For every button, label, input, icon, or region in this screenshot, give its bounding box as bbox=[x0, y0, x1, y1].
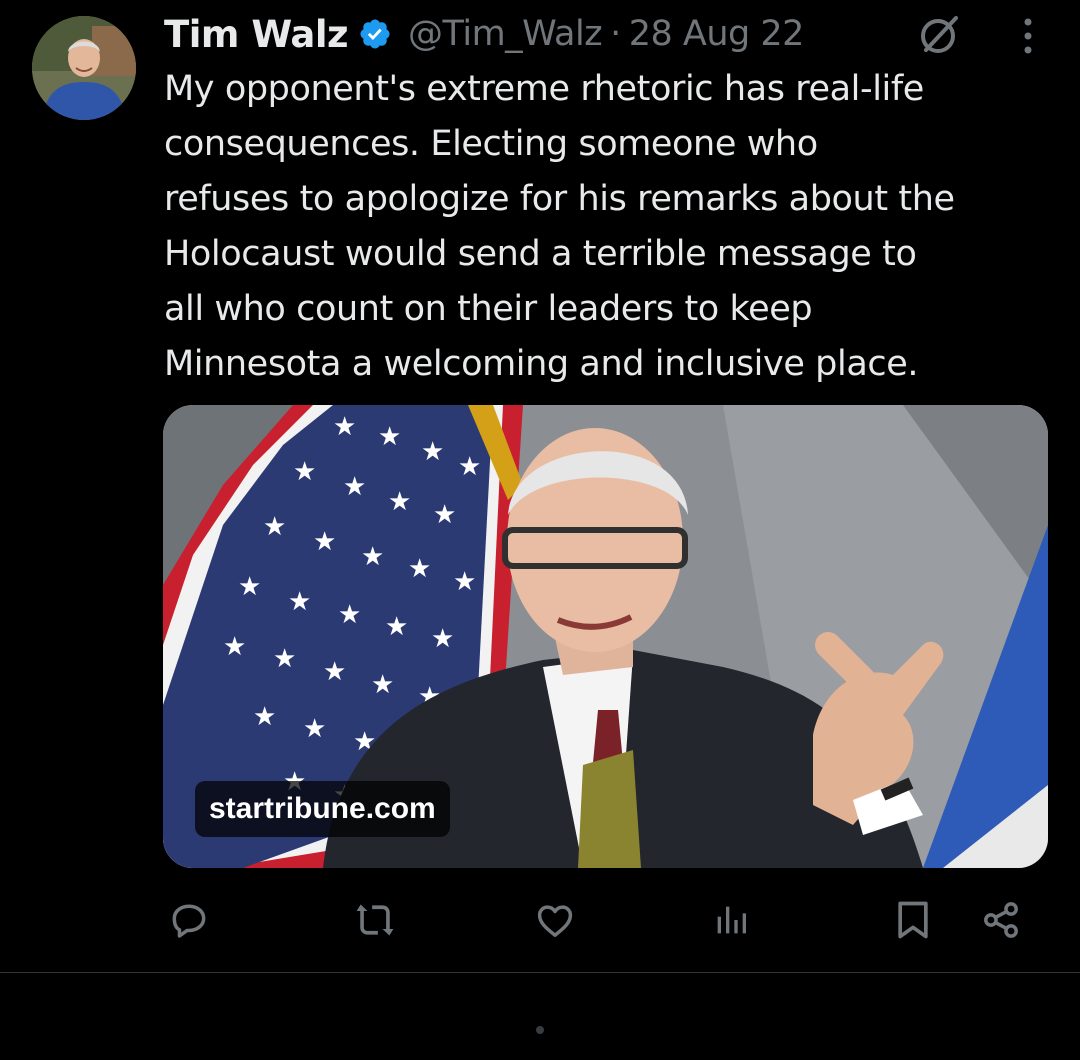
svg-text:★: ★ bbox=[333, 412, 356, 442]
svg-text:★: ★ bbox=[323, 657, 346, 687]
svg-text:★: ★ bbox=[378, 422, 401, 452]
more-options-icon[interactable] bbox=[1014, 16, 1042, 56]
svg-text:★: ★ bbox=[361, 542, 384, 572]
svg-text:★: ★ bbox=[223, 632, 246, 662]
svg-text:★: ★ bbox=[433, 500, 456, 530]
svg-text:★: ★ bbox=[293, 457, 316, 487]
svg-text:★: ★ bbox=[421, 437, 444, 467]
svg-text:★: ★ bbox=[458, 452, 481, 482]
svg-text:★: ★ bbox=[343, 472, 366, 502]
tweet-date[interactable]: 28 Aug 22 bbox=[629, 14, 805, 54]
scroll-indicator-dot bbox=[536, 1026, 544, 1034]
card-domain-label: startribune.com bbox=[195, 781, 450, 837]
svg-text:★: ★ bbox=[371, 670, 394, 700]
verified-badge-icon bbox=[358, 17, 392, 51]
svg-text:★: ★ bbox=[288, 587, 311, 617]
svg-text:★: ★ bbox=[385, 612, 408, 642]
avatar-photo bbox=[32, 16, 136, 120]
bookmark-icon[interactable] bbox=[888, 895, 938, 945]
tweet[interactable]: Tim Walz @Tim_Walz · 28 Aug 22 My oppone… bbox=[0, 0, 1080, 973]
svg-text:★: ★ bbox=[303, 714, 326, 744]
svg-text:★: ★ bbox=[453, 567, 476, 597]
tweet-actions bbox=[0, 895, 1080, 945]
link-card[interactable]: ★★★★ ★★★★ ★★★★★ ★★★★★ ★★★★★ ★★★★ ★★ bbox=[163, 405, 1048, 868]
svg-text:★: ★ bbox=[313, 527, 336, 557]
svg-text:★: ★ bbox=[273, 644, 296, 674]
svg-text:★: ★ bbox=[238, 572, 261, 602]
author-name[interactable]: Tim Walz bbox=[164, 13, 349, 56]
tweet-text: My opponent's extreme rhetoric has real-… bbox=[164, 69, 955, 384]
author-handle[interactable]: @Tim_Walz bbox=[408, 14, 603, 54]
reply-icon[interactable] bbox=[164, 895, 214, 945]
avatar[interactable] bbox=[32, 16, 136, 120]
grok-icon[interactable] bbox=[916, 12, 962, 58]
svg-text:★: ★ bbox=[408, 554, 431, 584]
views-icon[interactable] bbox=[706, 895, 756, 945]
header-separator: · bbox=[610, 14, 621, 54]
svg-text:★: ★ bbox=[388, 487, 411, 517]
repost-icon[interactable] bbox=[350, 895, 400, 945]
svg-text:★: ★ bbox=[263, 512, 286, 542]
like-icon[interactable] bbox=[530, 895, 580, 945]
svg-text:★: ★ bbox=[338, 600, 361, 630]
svg-text:★: ★ bbox=[253, 702, 276, 732]
svg-text:★: ★ bbox=[431, 624, 454, 654]
share-icon[interactable] bbox=[976, 895, 1026, 945]
